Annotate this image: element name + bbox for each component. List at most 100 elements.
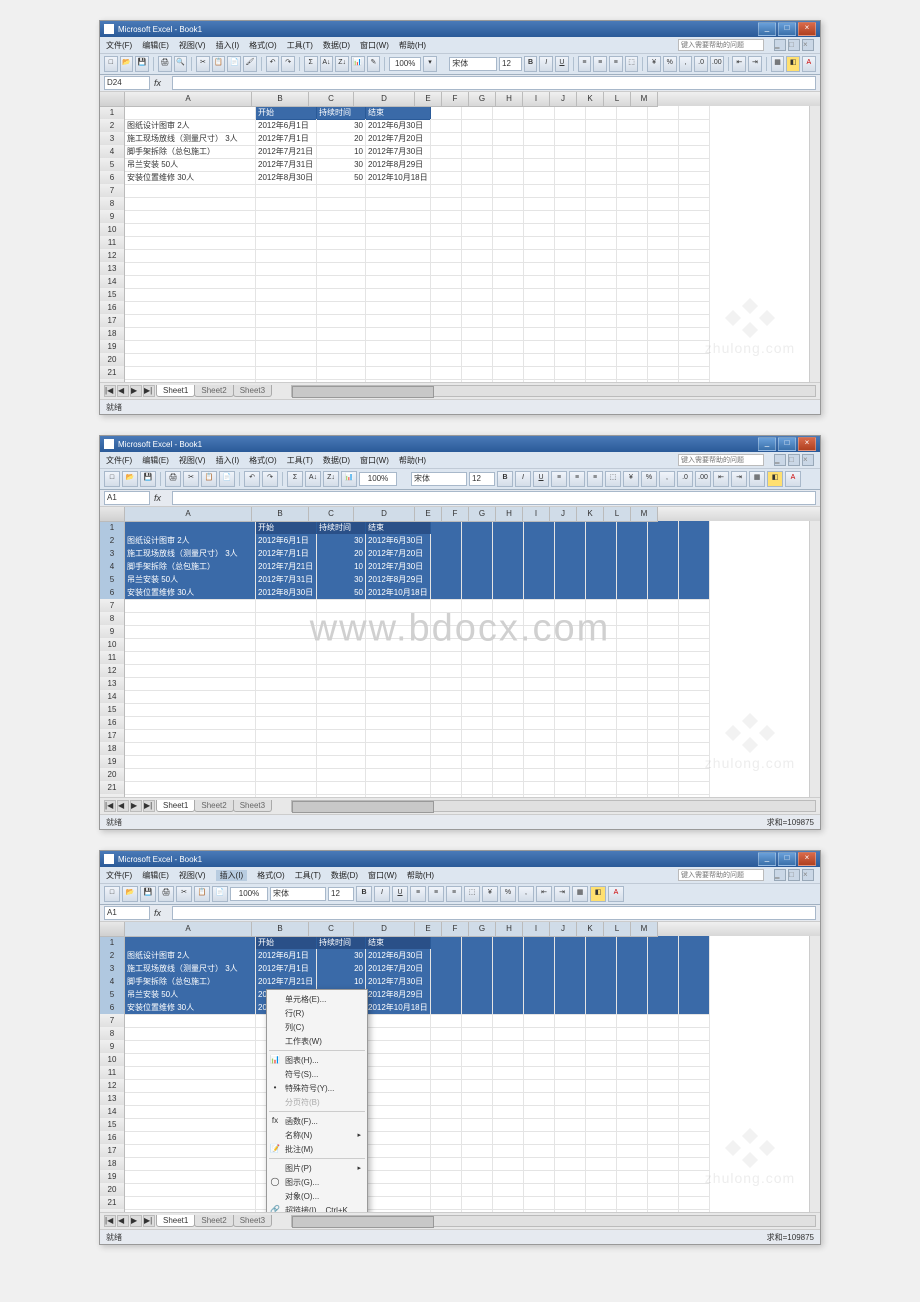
cell[interactable]: 30 [317, 573, 366, 587]
align-center-icon[interactable]: ≡ [428, 886, 444, 902]
cell[interactable] [366, 703, 431, 717]
cell[interactable] [462, 1131, 493, 1145]
row-header[interactable]: 1 [100, 106, 125, 120]
cell[interactable] [679, 1066, 710, 1080]
cell[interactable] [524, 262, 555, 276]
cell[interactable] [648, 132, 679, 146]
cell[interactable] [555, 314, 586, 328]
font-color-icon[interactable]: A [802, 56, 816, 72]
cell[interactable] [648, 327, 679, 341]
cell[interactable] [679, 988, 710, 1002]
cell[interactable] [679, 781, 710, 795]
cell[interactable] [648, 314, 679, 328]
cell[interactable] [317, 651, 366, 665]
cell[interactable] [256, 677, 317, 691]
cell[interactable] [431, 521, 462, 535]
horizontal-scrollbar[interactable] [291, 1215, 816, 1227]
cell[interactable] [524, 301, 555, 315]
cell[interactable] [679, 1144, 710, 1158]
cell[interactable] [617, 949, 648, 963]
print-icon[interactable]: 🖨 [158, 56, 172, 72]
row-header[interactable]: 4 [100, 975, 125, 989]
cell[interactable] [679, 340, 710, 354]
cell[interactable] [256, 755, 317, 769]
cell[interactable] [125, 1170, 256, 1184]
cell[interactable] [462, 366, 493, 380]
cell[interactable] [493, 1144, 524, 1158]
cell[interactable] [617, 1053, 648, 1067]
cell[interactable] [524, 1144, 555, 1158]
cell[interactable] [366, 1105, 431, 1119]
cell[interactable] [524, 1118, 555, 1132]
cell[interactable]: 2012年7月30日 [366, 145, 431, 159]
cell[interactable] [586, 223, 617, 237]
cell[interactable] [586, 1014, 617, 1028]
cell[interactable] [679, 210, 710, 224]
cell[interactable] [256, 599, 317, 613]
help-search-input[interactable] [678, 39, 764, 51]
cell[interactable] [125, 262, 256, 276]
copy-icon[interactable]: 📋 [201, 471, 217, 487]
cell[interactable] [493, 625, 524, 639]
cell[interactable] [617, 573, 648, 587]
cell[interactable] [366, 651, 431, 665]
cell[interactable] [493, 612, 524, 626]
fill-color-icon[interactable]: ◧ [767, 471, 783, 487]
cell[interactable] [555, 560, 586, 574]
inc-decimal-icon[interactable]: .0 [677, 471, 693, 487]
cell[interactable] [617, 1001, 648, 1015]
sort-asc-icon[interactable]: A↓ [305, 471, 321, 487]
cell[interactable] [431, 262, 462, 276]
cell[interactable] [679, 327, 710, 341]
cell[interactable] [493, 781, 524, 795]
align-left-icon[interactable]: ≡ [551, 471, 567, 487]
cell[interactable] [462, 1027, 493, 1041]
cell[interactable] [431, 1053, 462, 1067]
cell[interactable] [493, 677, 524, 691]
cell[interactable] [617, 742, 648, 756]
cell[interactable] [431, 288, 462, 302]
font-color-icon[interactable]: A [608, 886, 624, 902]
cell[interactable] [366, 1157, 431, 1171]
cell[interactable]: 2012年7月21日 [256, 145, 317, 159]
cell[interactable] [125, 236, 256, 250]
cell[interactable] [431, 106, 462, 120]
cell[interactable] [524, 716, 555, 730]
cell[interactable] [462, 314, 493, 328]
cell[interactable] [125, 1027, 256, 1041]
bold-button[interactable]: B [356, 886, 372, 902]
cell[interactable] [462, 962, 493, 976]
cell[interactable] [524, 625, 555, 639]
cell[interactable] [431, 171, 462, 185]
cell[interactable] [586, 1118, 617, 1132]
cell[interactable] [648, 366, 679, 380]
cell[interactable] [648, 742, 679, 756]
cell[interactable] [555, 1144, 586, 1158]
cell[interactable] [431, 534, 462, 548]
row-header[interactable]: 4 [100, 560, 125, 574]
cell[interactable] [679, 936, 710, 950]
row-header[interactable]: 11 [100, 1066, 125, 1080]
cell[interactable]: 2012年10月18日 [366, 171, 431, 185]
cell[interactable] [317, 690, 366, 704]
cell[interactable] [617, 1092, 648, 1106]
cell[interactable] [462, 210, 493, 224]
row-header[interactable]: 18 [100, 1157, 125, 1171]
column-header-I[interactable]: I [523, 507, 550, 522]
cell[interactable] [555, 573, 586, 587]
cell[interactable] [617, 327, 648, 341]
cell[interactable] [493, 1118, 524, 1132]
cell[interactable] [256, 768, 317, 782]
italic-button[interactable]: I [539, 56, 553, 72]
column-header-L[interactable]: L [604, 507, 631, 522]
cell[interactable] [431, 1027, 462, 1041]
help-search-input[interactable] [678, 454, 764, 466]
cell[interactable] [617, 249, 648, 263]
cell[interactable] [617, 975, 648, 989]
menu-item[interactable]: •特殊符号(Y)... [267, 1081, 367, 1095]
cell[interactable] [125, 249, 256, 263]
sheet-tab-2[interactable]: Sheet2 [194, 800, 233, 812]
new-icon[interactable]: □ [104, 56, 118, 72]
cell[interactable] [679, 184, 710, 198]
column-header-C[interactable]: C [309, 92, 354, 107]
